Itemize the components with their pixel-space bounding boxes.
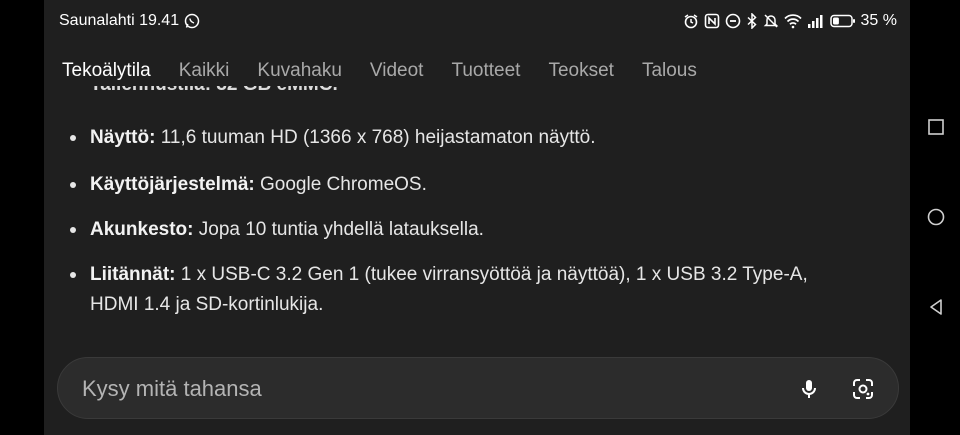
bluetooth-icon xyxy=(746,13,758,29)
microphone-icon[interactable] xyxy=(797,377,821,401)
search-tabs: Tekoälytila Kaikki Kuvahaku Videot Tuott… xyxy=(44,56,697,86)
list-item: Näyttö: 11,6 tuuman HD (1366 x 768) heij… xyxy=(70,123,870,153)
nfc-icon xyxy=(704,13,720,29)
tab-ai-mode[interactable]: Tekoälytila xyxy=(62,60,151,82)
tab-videos[interactable]: Videot xyxy=(370,60,424,82)
list-item: Liitännät: 1 x USB-C 3.2 Gen 1 (tukee vi… xyxy=(70,260,840,320)
tab-products[interactable]: Tuotteet xyxy=(451,60,520,82)
tab-finance[interactable]: Talous xyxy=(642,60,697,82)
bullet-dot xyxy=(70,135,76,141)
whatsapp-icon xyxy=(184,13,200,29)
search-input[interactable] xyxy=(80,373,764,405)
ai-answer-content: Tallennustila: 32 GB eMMC. Näyttö: 11,6 … xyxy=(44,86,910,342)
home-icon[interactable] xyxy=(927,208,945,226)
back-icon[interactable] xyxy=(927,298,945,316)
carrier-time: Saunalahti 19.41 xyxy=(59,12,180,29)
google-lens-icon[interactable] xyxy=(851,377,875,401)
browser-screen: Saunalahti 19.41 35 % Tekoälytila Kaikki… xyxy=(44,0,910,435)
list-item-desc: Google ChromeOS. xyxy=(254,174,427,195)
list-item-term: Käyttöjärjestelmä: xyxy=(90,174,255,195)
list-item-text: Akunkesto: Jopa 10 tuntia yhdellä latauk… xyxy=(90,215,870,245)
ask-anything-bar[interactable] xyxy=(57,357,899,419)
battery-icon xyxy=(829,13,856,29)
list-item-text: Käyttöjärjestelmä: Google ChromeOS. xyxy=(90,170,870,200)
list-item-term: Näyttö: xyxy=(90,127,156,148)
alarm-icon xyxy=(683,13,699,29)
cutoff-line: Tallennustila: 32 GB eMMC. xyxy=(90,86,338,96)
wifi-icon xyxy=(783,13,802,29)
list-item-term: Akunkesto: xyxy=(90,219,194,240)
status-left: Saunalahti 19.41 xyxy=(59,12,200,30)
mute-icon xyxy=(763,13,779,29)
bullet-dot xyxy=(70,227,76,233)
list-item-text: Liitännät: 1 x USB-C 3.2 Gen 1 (tukee vi… xyxy=(90,260,840,320)
android-nav-bar xyxy=(910,0,960,435)
list-item-desc: Jopa 10 tuntia yhdellä latauksella. xyxy=(193,219,484,240)
list-item: Akunkesto: Jopa 10 tuntia yhdellä latauk… xyxy=(70,215,870,245)
signal-icon xyxy=(807,13,825,29)
list-item: Käyttöjärjestelmä: Google ChromeOS. xyxy=(70,170,870,200)
list-item-term: Liitännät: xyxy=(90,264,176,285)
status-right: 35 % xyxy=(683,12,897,30)
recents-icon[interactable] xyxy=(927,118,945,136)
bullet-dot xyxy=(70,182,76,188)
list-item-desc: 1 x USB-C 3.2 Gen 1 (tukee virransyöttöä… xyxy=(90,264,808,315)
list-item-desc: 11,6 tuuman HD (1366 x 768) heijastamato… xyxy=(155,127,596,148)
tab-images[interactable]: Kuvahaku xyxy=(257,60,342,82)
tab-works[interactable]: Teokset xyxy=(548,60,613,82)
tab-all[interactable]: Kaikki xyxy=(179,60,230,82)
status-bar: Saunalahti 19.41 35 % xyxy=(44,0,910,42)
list-item-text: Näyttö: 11,6 tuuman HD (1366 x 768) heij… xyxy=(90,123,870,153)
battery-percent: 35 % xyxy=(860,12,897,29)
bullet-dot xyxy=(70,272,76,278)
dnd-icon xyxy=(725,13,741,29)
